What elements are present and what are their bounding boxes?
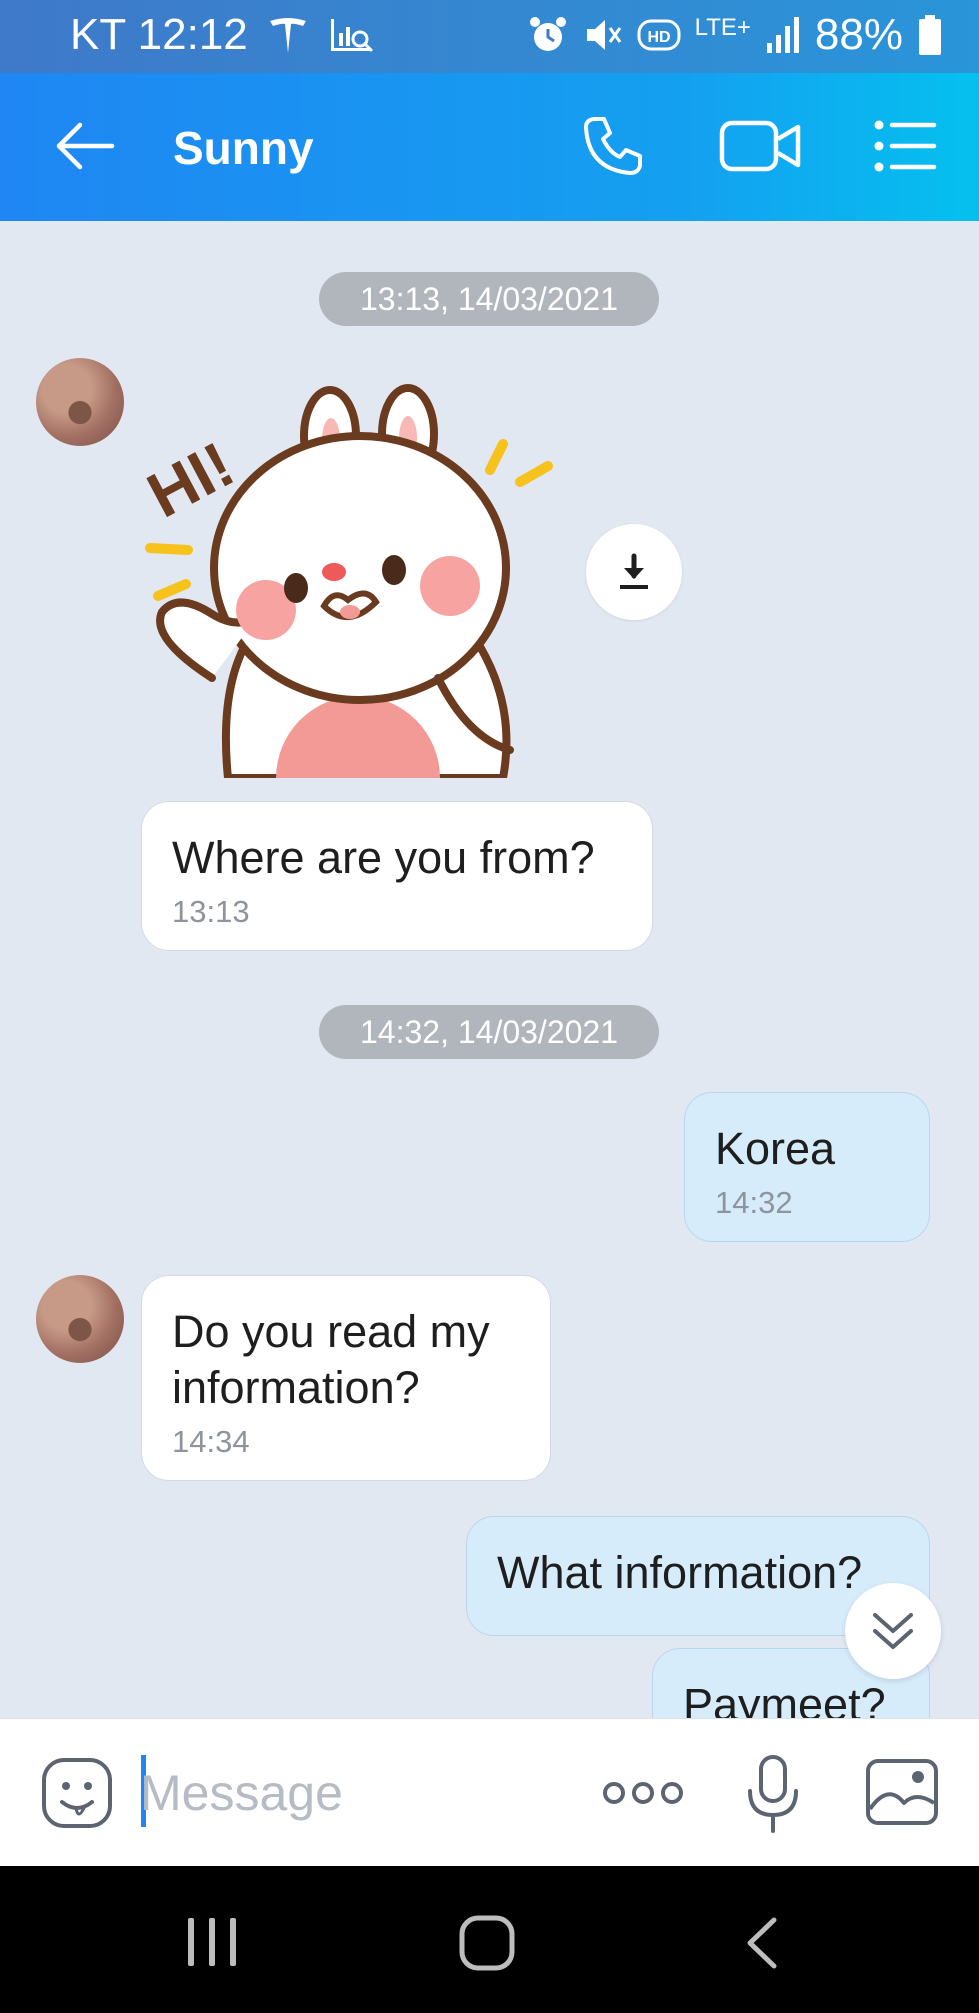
recents-icon[interactable] [184, 1916, 240, 1968]
tesla-icon [269, 18, 306, 53]
hd-label: HD [647, 29, 670, 46]
microphone-icon[interactable] [744, 1753, 802, 1835]
bunny-sticker[interactable]: HI! [138, 378, 578, 778]
avatar[interactable] [36, 1275, 124, 1363]
carrier-time: KT 12:12 [70, 10, 248, 59]
double-chevron-down-icon [873, 1613, 913, 1649]
chat-header: Sunny [0, 73, 979, 221]
message-text: What information? [497, 1547, 863, 1598]
network-type: LTE+ [694, 14, 751, 41]
video-camera-icon[interactable] [718, 113, 802, 179]
message-text: Do you read my information? [172, 1306, 490, 1413]
phone-icon[interactable] [580, 113, 646, 179]
contact-name[interactable]: Sunny [173, 121, 314, 175]
download-button[interactable] [586, 524, 682, 620]
back-arrow-icon[interactable] [52, 113, 118, 179]
mute-icon [586, 20, 621, 50]
chat-area[interactable]: 13:13, 14/03/2021 HI! Where are you from… [0, 221, 979, 1718]
message-time: 14:32 [715, 1185, 793, 1220]
message-text: Where are you from? [172, 832, 595, 883]
message-time: 13:13 [172, 894, 250, 929]
avatar[interactable] [36, 358, 124, 446]
scroll-to-bottom-button[interactable] [845, 1583, 941, 1679]
status-bar: KT 12:12 HD LTE+ 88% [0, 0, 979, 73]
message-bubble-incoming[interactable]: Do you read my information? 14:34 [141, 1275, 551, 1481]
message-time: 14:34 [172, 1424, 250, 1459]
status-right: HD LTE+ 88% [527, 10, 943, 60]
message-text: Korea [715, 1123, 836, 1174]
battery-percent: 88% [814, 10, 903, 59]
message-bubble-outgoing[interactable]: Korea 14:32 [684, 1092, 930, 1242]
hd-voice-icon: HD [637, 19, 681, 51]
message-composer [0, 1718, 979, 1866]
message-input[interactable] [140, 1755, 570, 1831]
status-left: KT 12:12 [70, 10, 376, 60]
alarm-icon [529, 17, 566, 51]
message-bubble-incoming[interactable]: Where are you from? 13:13 [141, 801, 653, 951]
gallery-icon[interactable] [864, 1757, 940, 1827]
back-icon[interactable] [742, 1916, 782, 1970]
system-nav-bar [0, 1866, 979, 2013]
home-icon[interactable] [458, 1914, 516, 1972]
emoji-icon[interactable] [40, 1756, 114, 1830]
download-icon [620, 553, 648, 589]
date-separator: 13:13, 14/03/2021 [319, 272, 659, 326]
signal-icon [766, 17, 799, 53]
menu-list-icon[interactable] [872, 113, 938, 179]
more-options-icon[interactable] [602, 1777, 684, 1809]
chart-search-icon [330, 19, 373, 53]
battery-icon [919, 15, 941, 55]
message-text: Paymeet? [683, 1679, 886, 1718]
date-separator: 14:32, 14/03/2021 [319, 1005, 659, 1059]
